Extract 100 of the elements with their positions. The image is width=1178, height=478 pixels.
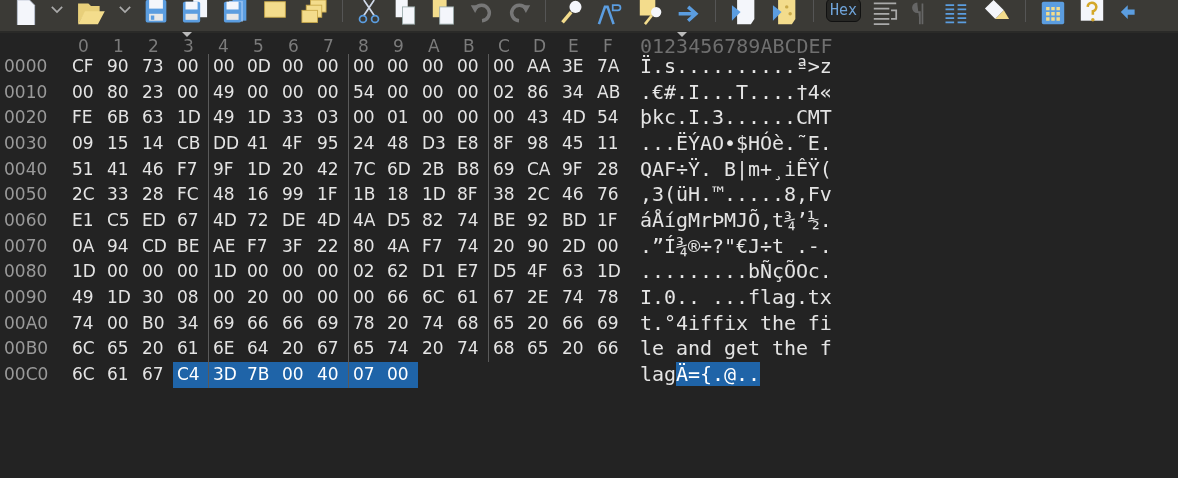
- hex-byte-cell[interactable]: 00: [383, 54, 418, 80]
- hex-byte-cell[interactable]: C4: [173, 361, 208, 388]
- hex-byte-cell[interactable]: FC: [173, 182, 208, 208]
- hex-byte-cell[interactable]: 78: [593, 284, 628, 311]
- hex-byte-cell[interactable]: 14: [138, 130, 173, 157]
- hex-byte-cell[interactable]: 49: [208, 79, 243, 106]
- hex-byte-cell[interactable]: 66: [593, 336, 628, 362]
- hex-byte-cell[interactable]: 7C: [348, 156, 383, 183]
- hex-byte-cell[interactable]: 00: [313, 284, 348, 311]
- hex-byte-cell[interactable]: 49: [68, 284, 103, 311]
- hex-byte-cell[interactable]: D3: [418, 130, 453, 157]
- hex-byte-cell[interactable]: 4D: [208, 207, 243, 234]
- hex-byte-cell[interactable]: 80: [103, 79, 138, 106]
- hex-byte-cell[interactable]: 95: [313, 130, 348, 157]
- hex-byte-cell[interactable]: 1F: [313, 182, 348, 208]
- hex-byte-cell[interactable]: 41: [103, 156, 138, 183]
- hex-byte-cell[interactable]: 00: [348, 284, 383, 311]
- hex-byte-cell[interactable]: CA: [523, 156, 558, 183]
- hex-byte-cell[interactable]: 08: [173, 284, 208, 311]
- hex-byte-cell[interactable]: 20: [488, 233, 523, 260]
- hex-byte-cell[interactable]: 66: [243, 310, 278, 337]
- hex-byte-cell[interactable]: 74: [453, 336, 488, 362]
- hex-byte-cell[interactable]: 51: [68, 156, 103, 183]
- hex-byte-cell[interactable]: 2D: [558, 233, 593, 260]
- hex-byte-cell[interactable]: 61: [173, 336, 208, 362]
- hex-byte-cell[interactable]: 8F: [453, 182, 488, 208]
- hex-byte-cell[interactable]: 7B: [243, 361, 278, 388]
- hex-byte-cell[interactable]: 46: [138, 156, 173, 183]
- hex-byte-cell[interactable]: C5: [103, 207, 138, 234]
- hex-byte-cell[interactable]: 66: [383, 284, 418, 311]
- hex-byte-cell[interactable]: 76: [593, 182, 628, 208]
- hex-byte-cell[interactable]: 18: [383, 182, 418, 208]
- hex-byte-cell[interactable]: 0A: [68, 233, 103, 260]
- hex-byte-cell[interactable]: 00: [453, 105, 488, 131]
- hex-byte-cell[interactable]: 07: [348, 361, 383, 388]
- hex-byte-cell[interactable]: 67: [173, 207, 208, 234]
- hex-byte-cell[interactable]: 2B: [418, 156, 453, 183]
- hex-byte-cell[interactable]: 00: [348, 54, 383, 80]
- hex-byte-cell[interactable]: 20: [558, 336, 593, 362]
- hex-byte-cell[interactable]: D1: [418, 259, 453, 285]
- hex-byte-cell[interactable]: BE: [173, 233, 208, 260]
- hex-byte-cell[interactable]: E8: [453, 130, 488, 157]
- hex-byte-cell[interactable]: 61: [453, 284, 488, 311]
- hex-byte-cell[interactable]: 00: [453, 54, 488, 80]
- hex-byte-cell[interactable]: B8: [453, 156, 488, 183]
- hex-byte-cell[interactable]: 33: [278, 105, 313, 131]
- hex-byte-cell[interactable]: DD: [208, 130, 243, 157]
- hex-byte-cell[interactable]: D5: [383, 207, 418, 234]
- hex-byte-cell[interactable]: 66: [558, 310, 593, 337]
- hex-byte-cell[interactable]: 74: [558, 284, 593, 311]
- hex-byte-cell[interactable]: 1D: [243, 105, 278, 131]
- hex-byte-cell[interactable]: 02: [348, 259, 383, 285]
- hex-byte-cell[interactable]: 00: [418, 79, 453, 106]
- hex-byte-cell[interactable]: 3F: [278, 233, 313, 260]
- hex-byte-cell[interactable]: 1D: [103, 284, 138, 311]
- hex-byte-cell[interactable]: 1D: [593, 259, 628, 285]
- hex-byte-cell[interactable]: 00: [418, 54, 453, 80]
- hex-byte-cell[interactable]: 73: [138, 54, 173, 80]
- hex-byte-cell[interactable]: 74: [383, 336, 418, 362]
- hex-byte-cell[interactable]: 90: [523, 233, 558, 260]
- hex-byte-cell[interactable]: 90: [103, 54, 138, 80]
- hex-byte-cell[interactable]: 2E: [523, 284, 558, 311]
- hex-byte-cell[interactable]: 6C: [418, 284, 453, 311]
- hex-byte-cell[interactable]: 68: [453, 310, 488, 337]
- hex-byte-cell[interactable]: 00: [383, 361, 418, 388]
- hex-byte-cell[interactable]: 2C: [68, 182, 103, 208]
- hex-byte-cell[interactable]: 00: [278, 79, 313, 106]
- hex-byte-cell[interactable]: 65: [348, 336, 383, 362]
- hex-byte-cell[interactable]: 20: [523, 310, 558, 337]
- hex-byte-cell[interactable]: 63: [558, 259, 593, 285]
- hex-byte-cell[interactable]: 22: [313, 233, 348, 260]
- hex-byte-cell[interactable]: 00: [103, 259, 138, 285]
- hex-byte-cell[interactable]: 74: [453, 207, 488, 234]
- hex-byte-cell[interactable]: 42: [313, 156, 348, 183]
- hex-byte-cell[interactable]: 65: [488, 310, 523, 337]
- hex-byte-cell[interactable]: 6E: [208, 336, 243, 362]
- hex-byte-cell[interactable]: ED: [138, 207, 173, 234]
- hex-byte-cell[interactable]: 00: [453, 79, 488, 106]
- hex-byte-cell[interactable]: D5: [488, 259, 523, 285]
- hex-byte-cell[interactable]: 40: [313, 361, 348, 388]
- hex-byte-cell[interactable]: 46: [558, 182, 593, 208]
- hex-byte-cell[interactable]: 45: [558, 130, 593, 157]
- hex-byte-cell[interactable]: 74: [418, 310, 453, 337]
- hex-byte-cell[interactable]: 15: [103, 130, 138, 157]
- hex-byte-cell[interactable]: 1D: [418, 182, 453, 208]
- hex-byte-cell[interactable]: 0D: [243, 54, 278, 80]
- hex-byte-cell[interactable]: 00: [173, 259, 208, 285]
- hex-byte-cell[interactable]: 67: [138, 361, 173, 388]
- hex-byte-cell[interactable]: DE: [278, 207, 313, 234]
- hex-byte-cell[interactable]: 92: [523, 207, 558, 234]
- hex-byte-cell[interactable]: 00: [313, 54, 348, 80]
- hex-byte-cell[interactable]: E7: [453, 259, 488, 285]
- hex-byte-cell[interactable]: 66: [278, 310, 313, 337]
- hex-byte-cell[interactable]: 9F: [558, 156, 593, 183]
- hex-byte-cell[interactable]: 4F: [523, 259, 558, 285]
- hex-byte-cell[interactable]: 4D: [313, 207, 348, 234]
- hex-byte-cell[interactable]: 4A: [383, 233, 418, 260]
- hex-byte-cell[interactable]: 1D: [173, 105, 208, 131]
- hex-byte-cell[interactable]: 00: [173, 79, 208, 106]
- hex-byte-cell[interactable]: 6B: [103, 105, 138, 131]
